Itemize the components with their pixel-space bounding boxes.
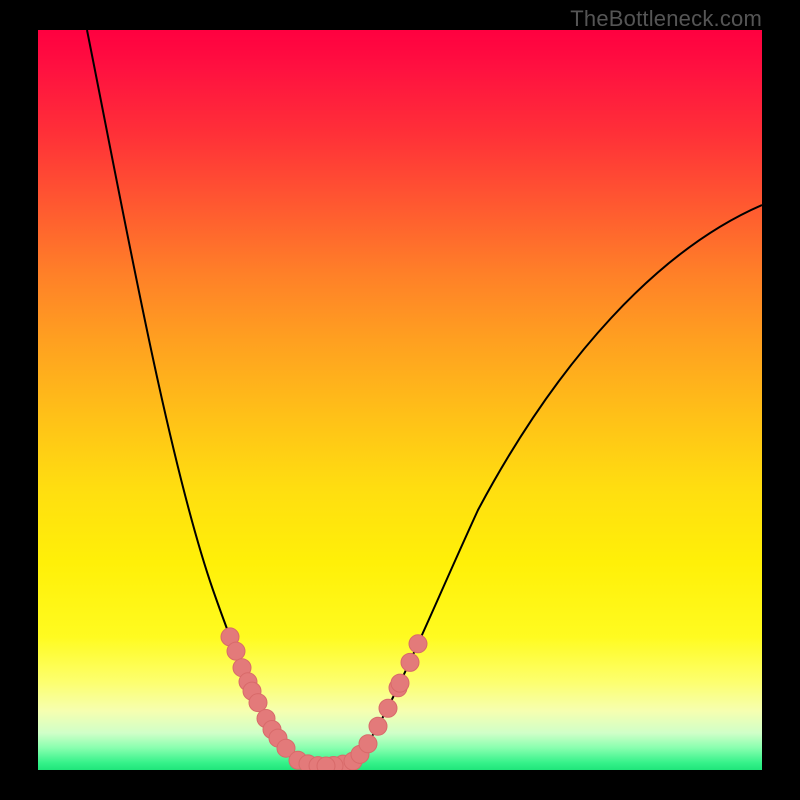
- chart-frame: TheBottleneck.com: [0, 0, 800, 800]
- data-marker: [317, 757, 335, 770]
- bottleneck-chart-svg: [38, 30, 762, 770]
- plot-area: [38, 30, 762, 770]
- data-marker: [401, 653, 419, 671]
- data-marker: [249, 694, 267, 712]
- watermark-label: TheBottleneck.com: [570, 6, 762, 32]
- data-markers: [221, 628, 427, 770]
- data-marker: [359, 735, 377, 753]
- bottleneck-curve: [87, 30, 762, 766]
- data-marker: [409, 635, 427, 653]
- data-marker: [227, 642, 245, 660]
- data-marker: [379, 699, 397, 717]
- data-marker: [369, 717, 387, 735]
- data-marker: [391, 674, 409, 692]
